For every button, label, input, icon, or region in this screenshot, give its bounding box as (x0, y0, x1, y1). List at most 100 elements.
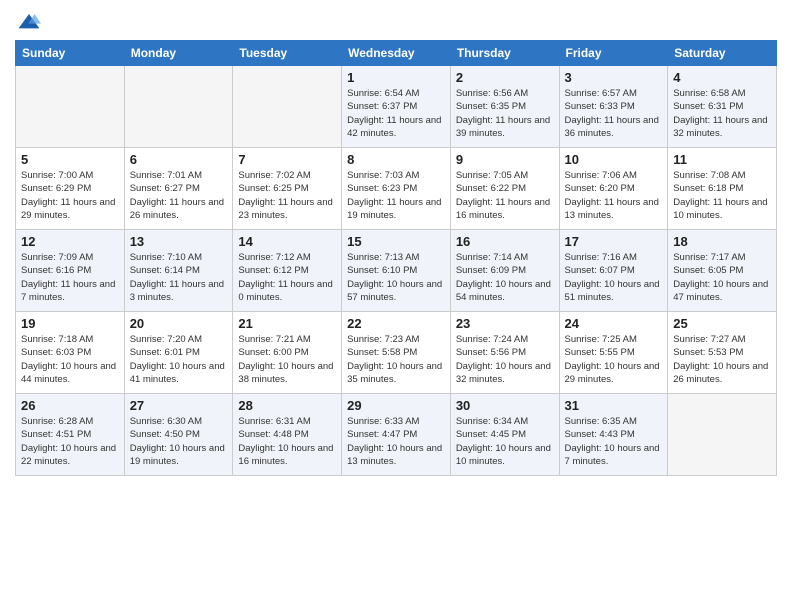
day-info: Sunrise: 6:34 AMSunset: 4:45 PMDaylight:… (456, 415, 554, 468)
day-number: 30 (456, 398, 554, 413)
calendar-cell: 21 Sunrise: 7:21 AMSunset: 6:00 PMDayligh… (233, 312, 342, 394)
day-number: 21 (238, 316, 336, 331)
calendar-cell: 31 Sunrise: 6:35 AMSunset: 4:43 PMDayligh… (559, 394, 668, 476)
weekday-header: Sunday (16, 41, 125, 66)
calendar-cell: 1 Sunrise: 6:54 AMSunset: 6:37 PMDaylight… (342, 66, 451, 148)
day-info: Sunrise: 7:27 AMSunset: 5:53 PMDaylight:… (673, 333, 771, 386)
day-info: Sunrise: 6:57 AMSunset: 6:33 PMDaylight:… (565, 87, 663, 140)
weekday-header: Thursday (450, 41, 559, 66)
calendar-cell: 30 Sunrise: 6:34 AMSunset: 4:45 PMDayligh… (450, 394, 559, 476)
day-info: Sunrise: 7:12 AMSunset: 6:12 PMDaylight:… (238, 251, 336, 304)
calendar-cell: 6 Sunrise: 7:01 AMSunset: 6:27 PMDaylight… (124, 148, 233, 230)
calendar-cell: 4 Sunrise: 6:58 AMSunset: 6:31 PMDaylight… (668, 66, 777, 148)
calendar-cell (668, 394, 777, 476)
day-number: 9 (456, 152, 554, 167)
calendar-cell: 12 Sunrise: 7:09 AMSunset: 6:16 PMDayligh… (16, 230, 125, 312)
day-number: 25 (673, 316, 771, 331)
calendar-cell: 17 Sunrise: 7:16 AMSunset: 6:07 PMDayligh… (559, 230, 668, 312)
day-info: Sunrise: 7:14 AMSunset: 6:09 PMDaylight:… (456, 251, 554, 304)
day-info: Sunrise: 7:13 AMSunset: 6:10 PMDaylight:… (347, 251, 445, 304)
day-info: Sunrise: 7:00 AMSunset: 6:29 PMDaylight:… (21, 169, 119, 222)
calendar-cell: 22Sunrise: 7:23 AMSunset: 5:58 PMDayligh… (342, 312, 451, 394)
calendar: SundayMondayTuesdayWednesdayThursdayFrid… (15, 40, 777, 476)
day-info: Sunrise: 7:10 AMSunset: 6:14 PMDaylight:… (130, 251, 228, 304)
calendar-week-row: 5 Sunrise: 7:00 AMSunset: 6:29 PMDaylight… (16, 148, 777, 230)
calendar-cell: 15 Sunrise: 7:13 AMSunset: 6:10 PMDayligh… (342, 230, 451, 312)
calendar-cell: 23 Sunrise: 7:24 AMSunset: 5:56 PMDayligh… (450, 312, 559, 394)
calendar-cell: 14 Sunrise: 7:12 AMSunset: 6:12 PMDayligh… (233, 230, 342, 312)
day-number: 15 (347, 234, 445, 249)
calendar-cell: 26 Sunrise: 6:28 AMSunset: 4:51 PMDayligh… (16, 394, 125, 476)
day-number: 4 (673, 70, 771, 85)
calendar-cell (124, 66, 233, 148)
weekday-header: Friday (559, 41, 668, 66)
day-info: Sunrise: 7:18 AMSunset: 6:03 PMDaylight:… (21, 333, 119, 386)
calendar-cell: 16 Sunrise: 7:14 AMSunset: 6:09 PMDayligh… (450, 230, 559, 312)
day-info: Sunrise: 6:54 AMSunset: 6:37 PMDaylight:… (347, 87, 445, 140)
calendar-cell: 9 Sunrise: 7:05 AMSunset: 6:22 PMDaylight… (450, 148, 559, 230)
page: SundayMondayTuesdayWednesdayThursdayFrid… (0, 0, 792, 612)
calendar-cell (16, 66, 125, 148)
day-number: 16 (456, 234, 554, 249)
day-info: Sunrise: 7:21 AMSunset: 6:00 PMDaylight:… (238, 333, 336, 386)
calendar-cell: 27Sunrise: 6:30 AMSunset: 4:50 PMDayligh… (124, 394, 233, 476)
weekday-header: Tuesday (233, 41, 342, 66)
day-number: 2 (456, 70, 554, 85)
weekday-header: Monday (124, 41, 233, 66)
day-info: Sunrise: 7:25 AMSunset: 5:55 PMDaylight:… (565, 333, 663, 386)
day-info: Sunrise: 6:30 AMSunset: 4:50 PMDaylight:… (130, 415, 228, 468)
day-number: 28 (238, 398, 336, 413)
day-number: 5 (21, 152, 119, 167)
day-number: 10 (565, 152, 663, 167)
calendar-cell: 20Sunrise: 7:20 AMSunset: 6:01 PMDayligh… (124, 312, 233, 394)
day-number: 8 (347, 152, 445, 167)
day-number: 23 (456, 316, 554, 331)
day-info: Sunrise: 7:06 AMSunset: 6:20 PMDaylight:… (565, 169, 663, 222)
day-info: Sunrise: 6:35 AMSunset: 4:43 PMDaylight:… (565, 415, 663, 468)
day-number: 1 (347, 70, 445, 85)
calendar-cell: 3Sunrise: 6:57 AMSunset: 6:33 PMDaylight… (559, 66, 668, 148)
day-info: Sunrise: 6:28 AMSunset: 4:51 PMDaylight:… (21, 415, 119, 468)
day-number: 29 (347, 398, 445, 413)
day-info: Sunrise: 7:17 AMSunset: 6:05 PMDaylight:… (673, 251, 771, 304)
day-number: 7 (238, 152, 336, 167)
day-info: Sunrise: 7:08 AMSunset: 6:18 PMDaylight:… (673, 169, 771, 222)
day-info: Sunrise: 7:03 AMSunset: 6:23 PMDaylight:… (347, 169, 445, 222)
day-info: Sunrise: 7:16 AMSunset: 6:07 PMDaylight:… (565, 251, 663, 304)
calendar-cell: 8 Sunrise: 7:03 AMSunset: 6:23 PMDaylight… (342, 148, 451, 230)
day-info: Sunrise: 7:24 AMSunset: 5:56 PMDaylight:… (456, 333, 554, 386)
day-info: Sunrise: 7:23 AMSunset: 5:58 PMDaylight:… (347, 333, 445, 386)
calendar-cell: 24 Sunrise: 7:25 AMSunset: 5:55 PMDayligh… (559, 312, 668, 394)
day-number: 24 (565, 316, 663, 331)
day-info: Sunrise: 6:58 AMSunset: 6:31 PMDaylight:… (673, 87, 771, 140)
day-number: 6 (130, 152, 228, 167)
day-number: 17 (565, 234, 663, 249)
day-number: 13 (130, 234, 228, 249)
calendar-cell: 25 Sunrise: 7:27 AMSunset: 5:53 PMDayligh… (668, 312, 777, 394)
calendar-header-row: SundayMondayTuesdayWednesdayThursdayFrid… (16, 41, 777, 66)
logo (15, 10, 41, 32)
day-number: 26 (21, 398, 119, 413)
calendar-cell: 2 Sunrise: 6:56 AMSunset: 6:35 PMDaylight… (450, 66, 559, 148)
day-number: 20 (130, 316, 228, 331)
day-info: Sunrise: 6:56 AMSunset: 6:35 PMDaylight:… (456, 87, 554, 140)
day-info: Sunrise: 7:01 AMSunset: 6:27 PMDaylight:… (130, 169, 228, 222)
calendar-cell: 18Sunrise: 7:17 AMSunset: 6:05 PMDayligh… (668, 230, 777, 312)
header (15, 10, 777, 32)
calendar-cell: 5 Sunrise: 7:00 AMSunset: 6:29 PMDaylight… (16, 148, 125, 230)
calendar-cell: 11Sunrise: 7:08 AMSunset: 6:18 PMDayligh… (668, 148, 777, 230)
calendar-week-row: 19Sunrise: 7:18 AMSunset: 6:03 PMDayligh… (16, 312, 777, 394)
day-info: Sunrise: 7:09 AMSunset: 6:16 PMDaylight:… (21, 251, 119, 304)
calendar-cell: 29 Sunrise: 6:33 AMSunset: 4:47 PMDayligh… (342, 394, 451, 476)
logo-icon (17, 10, 41, 34)
day-number: 12 (21, 234, 119, 249)
calendar-cell: 7 Sunrise: 7:02 AMSunset: 6:25 PMDaylight… (233, 148, 342, 230)
day-info: Sunrise: 6:33 AMSunset: 4:47 PMDaylight:… (347, 415, 445, 468)
day-number: 14 (238, 234, 336, 249)
calendar-cell: 10 Sunrise: 7:06 AMSunset: 6:20 PMDayligh… (559, 148, 668, 230)
calendar-week-row: 12 Sunrise: 7:09 AMSunset: 6:16 PMDayligh… (16, 230, 777, 312)
calendar-week-row: 26 Sunrise: 6:28 AMSunset: 4:51 PMDayligh… (16, 394, 777, 476)
day-info: Sunrise: 7:02 AMSunset: 6:25 PMDaylight:… (238, 169, 336, 222)
day-number: 31 (565, 398, 663, 413)
day-info: Sunrise: 7:05 AMSunset: 6:22 PMDaylight:… (456, 169, 554, 222)
